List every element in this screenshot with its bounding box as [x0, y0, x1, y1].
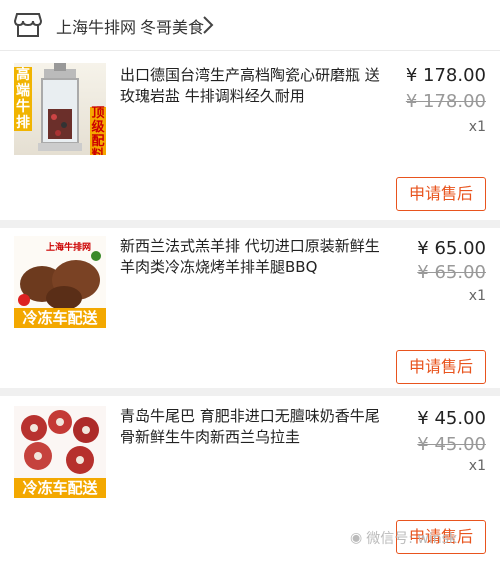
order-item[interactable]: 高端牛排 顶级配料 出口德国台湾生产高档陶瓷心研磨瓶 送玫瑰岩盐 牛排调料经久耐…	[0, 51, 500, 220]
store-icon	[14, 13, 42, 37]
order-item[interactable]: 上海牛排网 冷冻车配送 新西兰法式羔羊排 代切进口原装新鲜生羊肉类冷冻烧烤羊排羊…	[0, 228, 500, 388]
shop-name[interactable]: 上海牛排网	[56, 14, 136, 38]
quantity: x1	[468, 288, 486, 304]
thumb-label-right: 顶级配料	[90, 107, 106, 155]
wechat-watermark: ◉ 微信号: winsk	[350, 528, 457, 548]
product-title[interactable]: 新西兰法式羔羊排 代切进口原装新鲜生羊肉类冷冻烧烤羊排羊腿BBQ	[120, 236, 382, 278]
product-title[interactable]: 青岛牛尾巴 育肥非进口无膻味奶香牛尾骨新鲜生牛肉新西兰乌拉圭	[120, 406, 382, 448]
original-price: ¥ 178.00	[405, 91, 486, 112]
product-price: ¥ 178.00	[405, 65, 486, 86]
quantity: x1	[468, 119, 486, 135]
product-image[interactable]: 上海牛排网 冷冻车配送	[14, 236, 106, 328]
product-title[interactable]: 出口德国台湾生产高档陶瓷心研磨瓶 送玫瑰岩盐 牛排调料经久耐用	[120, 65, 382, 107]
shop-header[interactable]: 上海牛排网 冬哥美食	[0, 0, 500, 51]
after-sales-button[interactable]: 申请售后	[396, 177, 486, 211]
product-image[interactable]: 高端牛排 顶级配料	[14, 63, 106, 155]
thumb-label-bottom: 冷冻车配送	[14, 308, 106, 328]
thumb-label-top: 上海牛排网	[46, 243, 92, 253]
thumb-label-bottom: 冷冻车配送	[14, 478, 106, 498]
product-image[interactable]: 冷冻车配送	[14, 406, 106, 498]
thumb-label-left: 高端牛排	[14, 67, 32, 131]
watermark-text: 微信号: winsk	[366, 531, 457, 547]
chevron-right-icon[interactable]	[202, 15, 214, 35]
after-sales-button[interactable]: 申请售后	[396, 350, 486, 384]
product-price: ¥ 65.00	[417, 238, 486, 259]
wechat-icon: ◉	[350, 530, 363, 546]
order-separator	[0, 388, 500, 396]
order-separator	[0, 220, 500, 228]
shop-subtitle[interactable]: 冬哥美食	[140, 14, 204, 38]
product-price: ¥ 45.00	[417, 408, 486, 429]
original-price: ¥ 65.00	[417, 262, 486, 283]
original-price: ¥ 45.00	[417, 434, 486, 455]
quantity: x1	[468, 458, 486, 474]
